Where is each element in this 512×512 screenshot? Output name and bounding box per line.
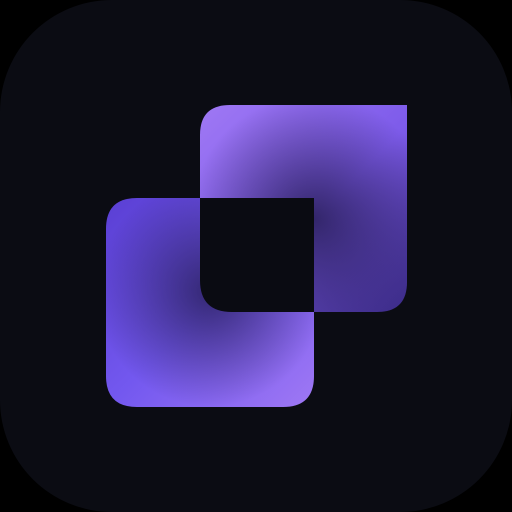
app-icon-canvas	[0, 0, 512, 512]
overlapping-squares-logo-icon	[0, 0, 512, 512]
app-icon-tile[interactable]	[0, 0, 512, 512]
overlap-cutout	[200, 198, 314, 312]
